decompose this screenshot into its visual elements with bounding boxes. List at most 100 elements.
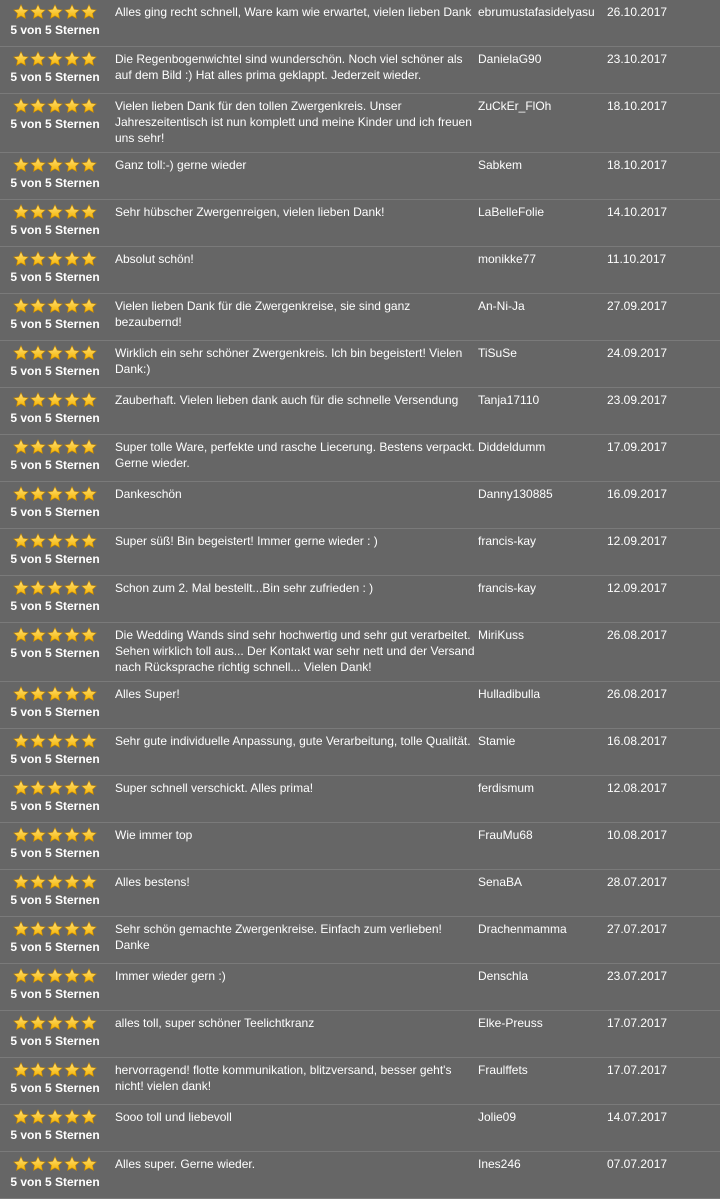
review-row: 5 von 5 Sternen Alles ging recht schnell,…	[0, 0, 720, 47]
rating-cell: 5 von 5 Sternen	[0, 485, 110, 526]
rating-label: 5 von 5 Sternen	[10, 70, 100, 84]
rating-label: 5 von 5 Sternen	[10, 411, 100, 425]
star-icon	[13, 874, 29, 889]
review-date: 23.09.2017	[607, 393, 668, 407]
star-icon	[30, 627, 46, 642]
review-comment: Schon zum 2. Mal bestellt...Bin sehr zuf…	[115, 581, 374, 595]
review-comment: Alles ging recht schnell, Ware kam wie e…	[115, 5, 472, 19]
review-comment: Sehr schön gemachte Zwergenkreise. Einfa…	[115, 922, 442, 952]
star-icon	[30, 968, 46, 983]
rating-label: 5 von 5 Sternen	[10, 23, 100, 37]
rating-label: 5 von 5 Sternen	[10, 552, 100, 566]
star-icon	[13, 1156, 29, 1171]
star-icon	[81, 157, 97, 172]
star-rating	[0, 733, 110, 750]
review-date: 11.10.2017	[607, 252, 667, 266]
star-rating	[0, 1062, 110, 1079]
star-icon	[81, 533, 97, 548]
star-rating	[0, 392, 110, 409]
star-icon	[47, 1062, 63, 1077]
review-comment: Alles bestens!	[115, 875, 190, 889]
star-icon	[47, 968, 63, 983]
star-icon	[13, 827, 29, 842]
review-author: TiSuSe	[478, 346, 517, 360]
star-rating	[0, 298, 110, 315]
review-date: 23.10.2017	[607, 52, 668, 66]
review-comment: Absolut schön!	[115, 252, 194, 266]
star-icon	[30, 439, 46, 454]
rating-label: 5 von 5 Sternen	[10, 505, 100, 519]
review-date: 17.09.2017	[607, 440, 668, 454]
star-rating	[0, 533, 110, 550]
star-icon	[47, 733, 63, 748]
star-icon	[30, 51, 46, 66]
star-icon	[81, 251, 97, 266]
star-icon	[81, 439, 97, 454]
star-icon	[13, 1062, 29, 1077]
review-row: 5 von 5 Sternen Wie immer top FrauMu68 10.0…	[0, 823, 720, 870]
review-author: MiriKuss	[478, 628, 525, 642]
star-rating	[0, 51, 110, 68]
rating-cell: 5 von 5 Sternen	[0, 1155, 110, 1196]
review-comment: Sooo toll und liebevoll	[115, 1110, 232, 1124]
rating-label: 5 von 5 Sternen	[10, 599, 100, 613]
review-date: 14.07.2017	[607, 1110, 668, 1124]
review-date: 18.10.2017	[607, 99, 668, 113]
review-date: 14.10.2017	[607, 205, 668, 219]
rating-cell: 5 von 5 Sternen	[0, 250, 110, 291]
star-icon	[13, 780, 29, 795]
review-date: 28.07.2017	[607, 875, 668, 889]
star-rating	[0, 780, 110, 797]
review-comment: Sehr gute individuelle Anpassung, gute V…	[115, 734, 471, 748]
review-date: 17.07.2017	[607, 1063, 668, 1077]
rating-label: 5 von 5 Sternen	[10, 893, 100, 907]
star-icon	[30, 827, 46, 842]
review-author: Jolie09	[478, 1110, 517, 1124]
review-author: Tanja17110	[478, 393, 540, 407]
star-rating	[0, 439, 110, 456]
review-row: 5 von 5 Sternen Absolut schön! monikke77 11…	[0, 247, 720, 294]
review-date: 27.07.2017	[607, 922, 668, 936]
star-icon	[30, 345, 46, 360]
star-icon	[81, 580, 97, 595]
review-row: 5 von 5 Sternen Super schnell verschickt.…	[0, 776, 720, 823]
review-row: 5 von 5 Sternen Die Wedding Wands sind se…	[0, 623, 720, 682]
star-icon	[64, 204, 80, 219]
rating-label: 5 von 5 Sternen	[10, 176, 100, 190]
review-date: 26.08.2017	[607, 687, 668, 701]
review-row: 5 von 5 Sternen Alles Super! Hulladibulla 2…	[0, 682, 720, 729]
star-icon	[30, 1062, 46, 1077]
star-icon	[47, 98, 63, 113]
star-icon	[30, 1156, 46, 1171]
review-row: 5 von 5 Sternen Sehr hübscher Zwergenreig…	[0, 200, 720, 247]
star-icon	[13, 968, 29, 983]
star-icon	[81, 51, 97, 66]
star-icon	[47, 921, 63, 936]
star-icon	[64, 686, 80, 701]
star-icon	[30, 874, 46, 889]
star-icon	[30, 580, 46, 595]
rating-label: 5 von 5 Sternen	[10, 646, 100, 660]
star-icon	[64, 486, 80, 501]
rating-cell: 5 von 5 Sternen	[0, 297, 110, 338]
rating-cell: 5 von 5 Sternen	[0, 344, 110, 385]
star-icon	[13, 51, 29, 66]
star-icon	[64, 627, 80, 642]
review-comment: Die Regenbogenwichtel sind wunderschön. …	[115, 52, 463, 82]
star-icon	[81, 968, 97, 983]
star-icon	[30, 1109, 46, 1124]
review-date: 18.10.2017	[607, 158, 668, 172]
review-comment: Wie immer top	[115, 828, 193, 842]
rating-cell: 5 von 5 Sternen	[0, 1061, 110, 1102]
star-icon	[81, 1156, 97, 1171]
star-icon	[64, 921, 80, 936]
star-icon	[30, 251, 46, 266]
star-icon	[30, 298, 46, 313]
star-rating	[0, 1015, 110, 1032]
rating-label: 5 von 5 Sternen	[10, 317, 100, 331]
rating-cell: 5 von 5 Sternen	[0, 203, 110, 244]
review-comment: Super süß! Bin begeistert! Immer gerne w…	[115, 534, 378, 548]
review-comment: hervorragend! flotte kommunikation, blit…	[115, 1063, 452, 1093]
star-icon	[81, 345, 97, 360]
star-icon	[13, 98, 29, 113]
